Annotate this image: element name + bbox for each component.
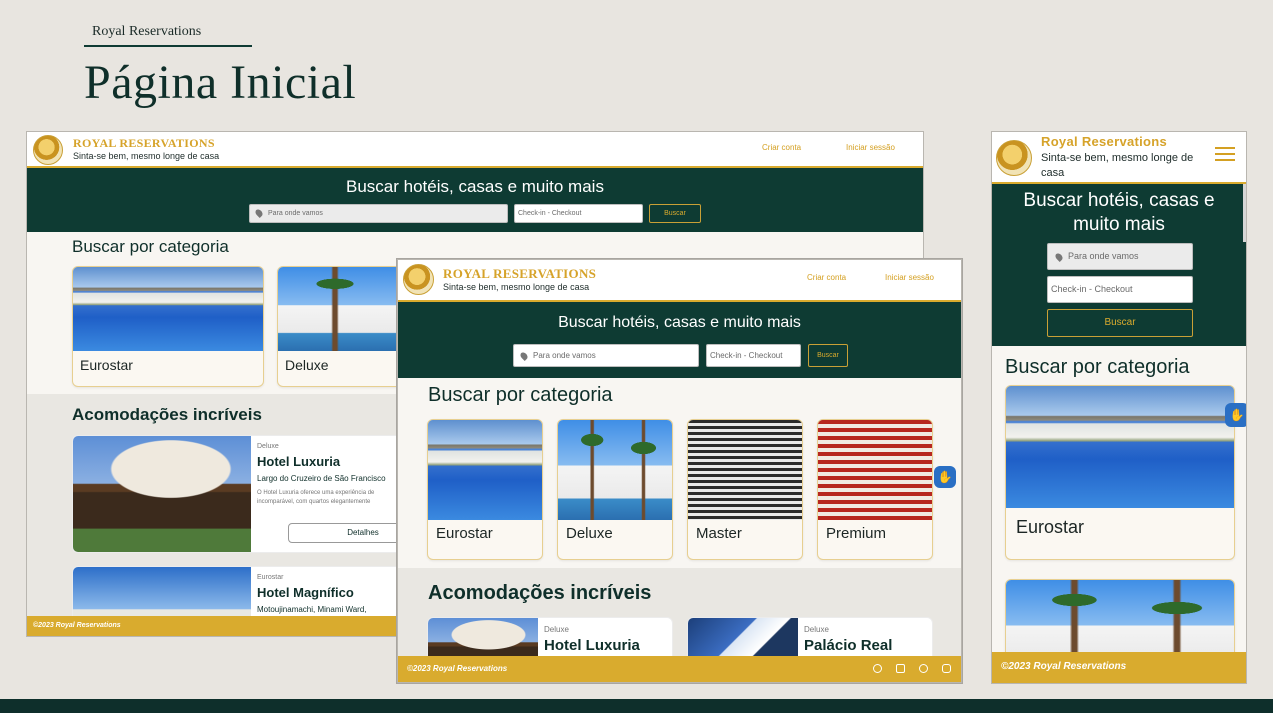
logo-icon: [403, 264, 434, 295]
hotel-address: Largo do Cruzeiro de São Francisco: [257, 474, 386, 483]
destination-placeholder: Para onde vamos: [268, 210, 323, 217]
hotel-description-2: incomparável, com quartos elegantemente: [257, 499, 371, 505]
location-pin-icon: [519, 350, 529, 361]
linkedin-icon[interactable]: [896, 664, 905, 673]
footer-copyright: ©2023 Royal Reservations: [1001, 661, 1127, 672]
category-image: [428, 420, 542, 520]
category-label: Eurostar: [80, 357, 133, 373]
slide-bottom-bar: [0, 699, 1273, 713]
chat-widget-icon[interactable]: ✋: [934, 466, 956, 488]
brand-name[interactable]: ROYAL RESERVATIONS: [443, 266, 596, 282]
search-hero: Buscar hotéis, casas e muito mais Para o…: [398, 302, 961, 378]
instagram-icon[interactable]: [942, 664, 951, 673]
chat-widget-icon[interactable]: ✋: [1225, 403, 1246, 427]
brand-name[interactable]: Royal Reservations: [1041, 134, 1167, 149]
footer-copyright: ©2023 Royal Reservations: [33, 622, 121, 629]
logo-icon: [33, 135, 63, 165]
deck-subtitle: Royal Reservations: [92, 24, 202, 39]
hero-title: Buscar hotéis, casas e muito mais: [558, 314, 801, 331]
hero-title: Buscar hotéis, casas e muito mais: [346, 177, 604, 196]
hotel-image: [73, 436, 251, 552]
search-hero: Buscar hotéis, casas e muito mais Para o…: [27, 168, 923, 232]
site-header: ROYAL RESERVATIONS Sinta-se bem, mesmo l…: [398, 260, 961, 302]
login-link[interactable]: Iniciar sessão: [846, 143, 895, 152]
categories-title: Buscar por categoria: [72, 237, 229, 256]
category-card-eurostar[interactable]: Eurostar: [72, 266, 264, 387]
destination-input[interactable]: Para onde vamos: [513, 344, 699, 367]
categories-title: Buscar por categoria: [428, 384, 613, 406]
category-label: Deluxe: [285, 357, 329, 373]
hotel-description-1: O Hotel Luxuria oferece uma experiência …: [257, 490, 375, 496]
category-card-eurostar[interactable]: Eurostar: [1005, 385, 1235, 560]
category-card-premium[interactable]: Premium: [817, 419, 933, 560]
category-label: Eurostar: [436, 525, 493, 542]
location-pin-icon: [254, 208, 264, 219]
signup-link[interactable]: Criar conta: [762, 143, 801, 152]
mobile-mockup: Royal Reservations Sinta-se bem, mesmo l…: [991, 131, 1247, 684]
scrollbar-thumb[interactable]: [1243, 184, 1246, 242]
location-pin-icon: [1054, 251, 1064, 262]
brand-tagline: Sinta-se bem, mesmo longe de casa: [1041, 152, 1194, 179]
category-image: [1006, 386, 1234, 508]
destination-placeholder: Para onde vamos: [1068, 251, 1139, 261]
category-label: Deluxe: [566, 525, 613, 542]
logo-icon: [996, 140, 1032, 176]
hotel-name: Hotel Luxuria: [257, 454, 341, 469]
destination-input[interactable]: Para onde vamos: [1047, 243, 1193, 270]
category-card-deluxe[interactable]: Deluxe: [557, 419, 673, 560]
brand-name[interactable]: ROYAL RESERVATIONS: [73, 136, 215, 151]
hero-title: Buscar hotéis, casas e muito mais: [1023, 190, 1215, 235]
hotel-name: Hotel Magnífico: [257, 585, 354, 600]
hotel-name: Palácio Real: [804, 637, 893, 654]
site-footer: ©2023 Royal Reservations: [992, 652, 1246, 683]
search-button[interactable]: Buscar: [649, 204, 701, 223]
featured-title: Acomodações incríveis: [72, 405, 262, 424]
hotel-card-luxuria[interactable]: Deluxe Hotel Luxuria Largo do Cruzeiro d…: [72, 435, 432, 553]
category-card-eurostar[interactable]: Eurostar: [427, 419, 543, 560]
category-label: Premium: [826, 525, 887, 542]
hotel-category: Eurostar: [257, 574, 284, 581]
category-label: Master: [696, 525, 742, 542]
category-image: [688, 420, 802, 520]
hotel-name: Hotel Luxuria: [544, 637, 640, 654]
category-label: Eurostar: [1016, 517, 1085, 537]
search-hero: Buscar hotéis, casas e muito mais Para o…: [992, 184, 1246, 346]
twitter-icon[interactable]: [919, 664, 928, 673]
search-button[interactable]: Buscar: [1047, 309, 1193, 337]
hotel-category: Deluxe: [804, 625, 829, 634]
hotel-address: Motoujinamachi, Minami Ward,: [257, 605, 367, 614]
tablet-mockup: ROYAL RESERVATIONS Sinta-se bem, mesmo l…: [397, 259, 962, 683]
facebook-icon[interactable]: [873, 664, 882, 673]
hotel-category: Deluxe: [544, 625, 569, 634]
brand-tagline: Sinta-se bem, mesmo longe de casa: [73, 151, 220, 161]
site-header: ROYAL RESERVATIONS Sinta-se bem, mesmo l…: [27, 132, 923, 168]
site-footer: ©2023 Royal Reservations: [398, 656, 961, 682]
search-button[interactable]: Buscar: [808, 344, 848, 367]
categories-title: Buscar por categoria: [1005, 356, 1190, 378]
featured-title: Acomodações incríveis: [428, 582, 652, 604]
destination-placeholder: Para onde vamos: [533, 351, 596, 360]
category-image: [818, 420, 932, 520]
footer-copyright: ©2023 Royal Reservations: [407, 664, 508, 673]
deck-divider: [84, 45, 252, 47]
dates-input[interactable]: Check-in - Checkout: [706, 344, 801, 367]
category-card-master[interactable]: Master: [687, 419, 803, 560]
category-image: [73, 267, 263, 351]
destination-input[interactable]: Para onde vamos: [249, 204, 508, 223]
hotel-category: Deluxe: [257, 443, 279, 450]
menu-icon[interactable]: [1215, 147, 1235, 163]
brand-tagline: Sinta-se bem, mesmo longe de casa: [443, 282, 590, 292]
site-header: Royal Reservations Sinta-se bem, mesmo l…: [992, 132, 1246, 184]
dates-input[interactable]: Check-in - Checkout: [514, 204, 643, 223]
dates-input[interactable]: Check-in - Checkout: [1047, 276, 1193, 303]
signup-link[interactable]: Criar conta: [807, 273, 846, 282]
category-image: [558, 420, 672, 520]
login-link[interactable]: Iniciar sessão: [885, 273, 934, 282]
deck-title: Página Inicial: [84, 56, 357, 109]
